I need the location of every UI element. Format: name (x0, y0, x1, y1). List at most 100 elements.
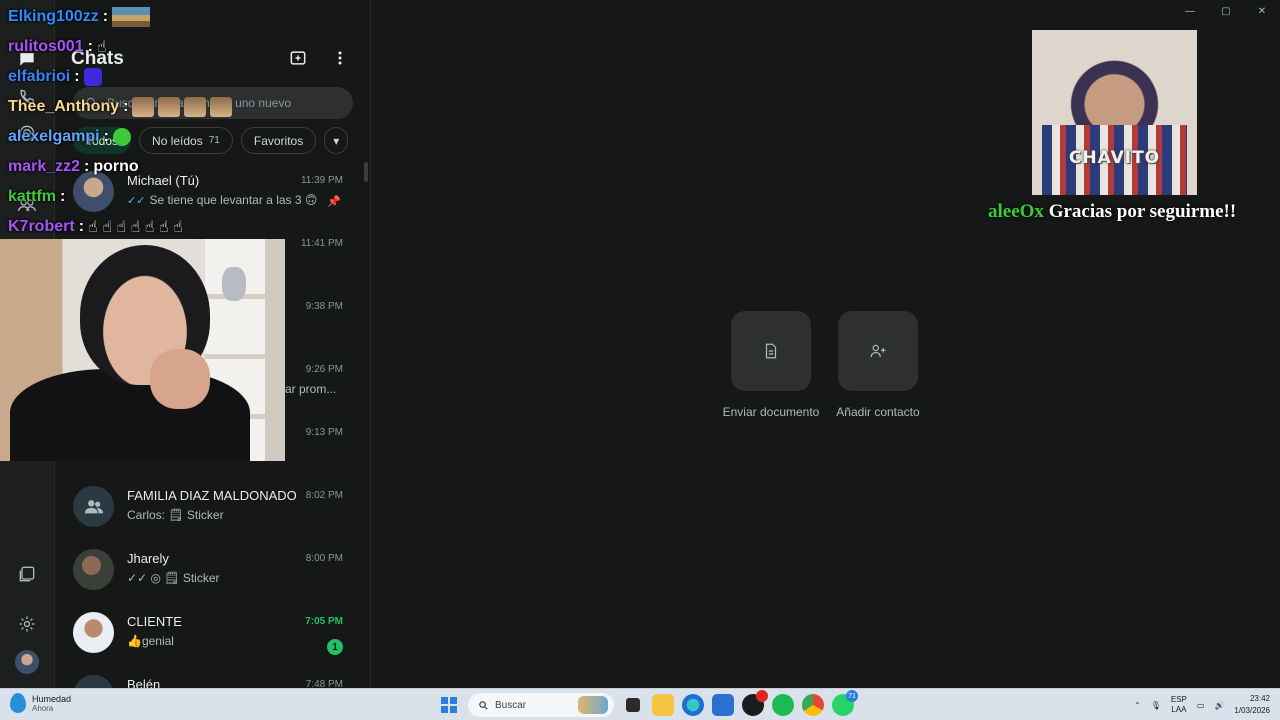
emote-thumb (210, 97, 233, 117)
maximize-button[interactable]: ▢ (1208, 0, 1244, 22)
minimize-button[interactable]: — (1172, 0, 1208, 22)
media-nav-icon[interactable] (14, 561, 40, 587)
spotify-icon[interactable] (772, 694, 794, 716)
weather-widget[interactable]: Humedad Ahora (10, 693, 71, 713)
avatar (73, 675, 114, 688)
obs-icon[interactable] (742, 690, 768, 716)
taskbar-search-placeholder: Buscar (495, 699, 527, 711)
chat-row[interactable]: CLIENTE 7:05 PM 👍genial 1 (55, 602, 371, 665)
follower-name: aleeOx (988, 201, 1044, 222)
chat-name: CLIENTE (127, 614, 182, 629)
chat-time: 7:48 PM (305, 679, 343, 688)
desktop-screen: Enviar documento Añadir contacto — ▢ ✕ C… (0, 0, 1280, 720)
emote-green (112, 128, 131, 146)
clock-date: 1/03/2026 (1234, 706, 1270, 715)
chat-preview-text: Se tiene que levantar a las 3 🙃 (149, 193, 318, 207)
whatsapp-badge: 71 (846, 690, 858, 702)
chat-time: 7:05 PM (305, 616, 343, 627)
avatar (73, 612, 114, 653)
start-button[interactable] (438, 694, 460, 716)
follower-alert-text: aleeOx Gracias por seguirme!! (988, 201, 1236, 223)
recording-dot-icon (756, 690, 768, 702)
stream-chat-user: kattfm (8, 188, 57, 205)
colon: : (84, 158, 90, 175)
chat-time: 11:39 PM (300, 175, 343, 186)
emote-image (112, 7, 151, 27)
search-highlight-icon (578, 696, 608, 714)
weather-title: Humedad (32, 693, 72, 704)
new-chat-icon[interactable] (288, 48, 308, 68)
add-contact-action[interactable]: Añadir contacto (828, 311, 928, 419)
stream-chat-user: Thee_Anthony (8, 98, 120, 115)
webcam-toy (222, 267, 246, 301)
chat-preview: 👍genial (127, 634, 174, 648)
taskbar-apps: Buscar 71 (438, 690, 858, 718)
alert-image-name: CHAVITO (1068, 148, 1161, 168)
send-document-tile[interactable] (731, 311, 811, 391)
chevron-down-icon: ▾ (333, 133, 340, 148)
follower-alert-image: CHAVITO (1032, 30, 1197, 195)
profile-avatar[interactable] (15, 650, 39, 674)
file-explorer-icon[interactable] (652, 694, 674, 716)
read-ticks-icon: ✓✓ (127, 194, 146, 207)
emote-thumb (184, 97, 207, 117)
webcam-hand (150, 349, 210, 409)
microphone-icon[interactable]: 🎙 (1151, 701, 1161, 710)
add-contact-label: Añadir contacto (836, 405, 920, 419)
network-icon[interactable]: ▭ (1197, 701, 1205, 710)
language-top: ESP (1170, 695, 1187, 704)
chat-name: Jharely (127, 551, 169, 566)
panel-actions (288, 48, 350, 68)
chat-preview: ar prom... (285, 382, 337, 396)
chat-row[interactable]: Jharely 8:00 PM ✓✓ ◎ 🗒 Sticker (55, 539, 371, 602)
close-button[interactable]: ✕ (1244, 0, 1280, 22)
tray-chevron-icon[interactable]: ⌃ (1134, 701, 1141, 710)
avatar (73, 486, 114, 527)
task-view-icon[interactable] (626, 698, 640, 712)
colon: : (123, 98, 129, 115)
stream-chat-line: K7robert: ☝ ☝ ☝ ☝ ☝ ☝ ☝ (8, 214, 183, 240)
weather-text: Humedad Ahora (32, 694, 71, 713)
window-controls: — ▢ ✕ (1172, 0, 1280, 22)
filter-unread-label: No leídos (152, 133, 203, 148)
filter-more-button[interactable]: ▾ (324, 127, 349, 154)
add-contact-tile[interactable] (838, 311, 918, 391)
taskbar-search[interactable]: Buscar (468, 693, 614, 717)
filter-unread[interactable]: No leídos 71 (139, 127, 233, 154)
chat-time: 9:38 PM (305, 301, 343, 312)
language-indicator[interactable]: ESP LAA (1171, 695, 1187, 715)
chat-time: 8:00 PM (305, 553, 343, 564)
stream-chat-user: elfabrioi (8, 68, 71, 85)
chat-preview: Carlos: 🗒 Sticker (127, 508, 224, 522)
stream-chat-user: Elking100zz (8, 8, 99, 25)
hand-emoji: ☝ (96, 39, 107, 56)
chat-row[interactable]: FAMILIA DIAZ MALDONADO 8:02 PM Carlos: 🗒… (55, 476, 371, 539)
webcam-overlay (0, 239, 285, 461)
filter-favorites[interactable]: Favoritos (240, 127, 317, 154)
clock[interactable]: 23:42 1/03/2026 (1234, 693, 1270, 717)
search-icon (479, 700, 488, 710)
humidity-icon (10, 693, 26, 713)
follower-message: Gracias por seguirme!! (1048, 201, 1237, 222)
whatsapp-icon[interactable]: 71 (832, 690, 858, 716)
edge-icon[interactable] (682, 694, 704, 716)
volume-icon[interactable]: 🔊 (1214, 701, 1224, 710)
emote-blue (83, 68, 102, 86)
settings-nav-icon[interactable] (14, 611, 40, 637)
menu-icon[interactable] (330, 48, 350, 68)
colon: : (78, 218, 85, 235)
store-icon[interactable] (712, 694, 734, 716)
stream-chat-user: alexelgampi (8, 128, 100, 145)
chat-time: 11:41 PM (300, 238, 343, 249)
stream-chat-line: rulitos001: ☝ (8, 34, 107, 60)
add-contact-icon (870, 344, 886, 358)
document-icon (765, 343, 777, 359)
filter-favorites-label: Favoritos (253, 133, 304, 148)
send-document-action[interactable]: Enviar documento (721, 311, 821, 419)
chat-name: FAMILIA DIAZ MALDONADO (127, 488, 297, 503)
chat-row[interactable]: Belén 7:48 PM (55, 665, 371, 688)
chat-time: 9:26 PM (305, 364, 343, 375)
chrome-icon[interactable] (802, 694, 824, 716)
chat-name: Belén (127, 677, 161, 688)
colon: : (103, 128, 109, 145)
